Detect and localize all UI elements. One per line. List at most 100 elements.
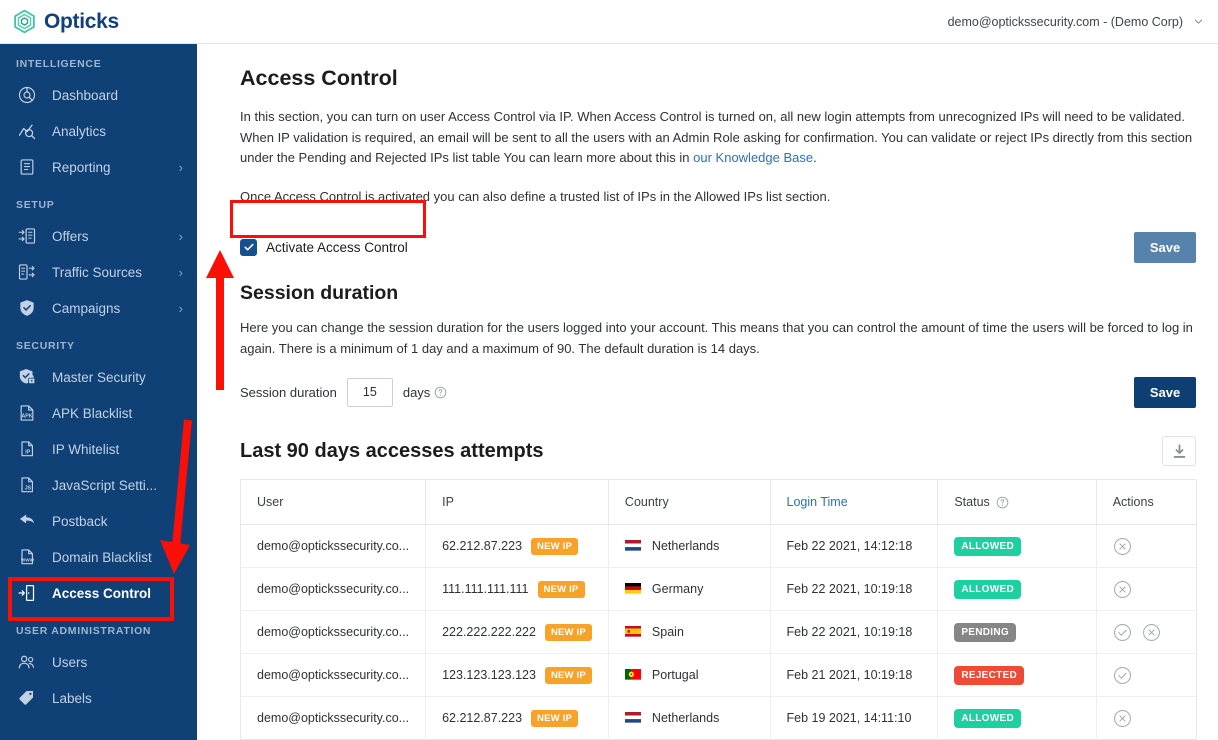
- check-icon: [243, 243, 254, 251]
- table-column-label: IP: [442, 495, 454, 509]
- circle-check-icon[interactable]: [1113, 623, 1132, 642]
- cell-status: PENDING: [937, 610, 1097, 654]
- cell-actions: [1096, 697, 1196, 740]
- activate-access-control-label: Activate Access Control: [266, 239, 408, 255]
- ip-address: 222.222.222.222: [442, 625, 536, 639]
- table-column-header-login-time[interactable]: Login Time: [770, 479, 939, 525]
- svg-text:JS: JS: [25, 486, 32, 492]
- sidebar-section-title: SECURITY: [16, 340, 75, 352]
- sidebar-item-users[interactable]: Users: [0, 644, 197, 680]
- brand-name: Opticks: [44, 9, 119, 33]
- sidebar-item-apk-blacklist[interactable]: APK APK Blacklist: [0, 395, 197, 431]
- table-header-cells-row: User IP Country Login Time Status Actions: [240, 479, 1197, 525]
- activate-access-control-checkbox[interactable]: Activate Access Control: [240, 238, 408, 256]
- sidebar-item-label: APK Blacklist: [52, 405, 133, 421]
- user-account-menu[interactable]: demo@optickssecurity.com - (Demo Corp): [948, 15, 1218, 29]
- cell-status: ALLOWED: [937, 524, 1097, 568]
- sidebar-item-access-control[interactable]: Access Control: [0, 575, 197, 611]
- sidebar-item-javascript-setti[interactable]: JS JavaScript Setti...: [0, 467, 197, 503]
- sidebar-item-label: Offers: [52, 228, 89, 244]
- dashboard-icon: [16, 84, 38, 106]
- sidebar-item-offers[interactable]: Offers ›: [0, 218, 197, 254]
- country-name: Netherlands: [651, 711, 720, 725]
- table-header-row: Last 90 days accesses attempts: [240, 436, 1196, 466]
- session-duration-unit: days: [403, 385, 447, 400]
- flag-pt-icon: [624, 669, 641, 681]
- save-session-duration-button[interactable]: Save: [1134, 376, 1196, 408]
- cell-country: Spain: [608, 610, 771, 654]
- sidebar-item-label: Domain Blacklist: [52, 549, 152, 565]
- status-badge: ALLOWED: [954, 536, 1021, 556]
- circle-x-icon[interactable]: [1113, 580, 1132, 599]
- new-ip-badge: NEW IP: [531, 709, 579, 727]
- user-account-label: demo@optickssecurity.com - (Demo Corp): [947, 14, 1183, 29]
- table-column-header-country[interactable]: Country: [608, 479, 771, 525]
- sidebar-item-campaigns[interactable]: Campaigns ›: [0, 290, 197, 326]
- svg-text:APK: APK: [21, 414, 32, 420]
- sidebar-item-master-security[interactable]: Master Security: [0, 359, 197, 395]
- cell-country: Netherlands: [608, 524, 771, 568]
- sidebar-item-postback[interactable]: Postback: [0, 503, 197, 539]
- chevron-right-icon: ›: [178, 228, 183, 244]
- cell-country: Germany: [608, 567, 771, 611]
- circle-check-icon[interactable]: [1113, 666, 1132, 685]
- activate-access-control-row: Activate Access Control Save: [240, 228, 1196, 266]
- country-name: Spain: [651, 625, 684, 639]
- sidebar-item-dashboard[interactable]: Dashboard: [0, 77, 197, 113]
- table-row: demo@optickssecurity.co... 111.111.111.11…: [240, 567, 1197, 611]
- opticks-hexagon-logo-icon: [12, 9, 37, 34]
- cell-country: Netherlands: [608, 696, 771, 740]
- flag-nl-icon: [624, 540, 641, 552]
- table-row: demo@optickssecurity.co... 123.123.123.12…: [240, 653, 1197, 697]
- cell-status: REJECTED: [937, 653, 1097, 697]
- intro-text-part2: .: [813, 150, 817, 165]
- checkbox-box[interactable]: [240, 238, 257, 256]
- intro-paragraph-2: Once Access Control is activated you can…: [240, 188, 831, 204]
- chevron-right-icon: ›: [178, 159, 183, 175]
- circle-x-icon[interactable]: [1113, 537, 1132, 556]
- session-duration-input[interactable]: [346, 377, 393, 407]
- traffic-sources-icon: [16, 261, 38, 283]
- sidebar-item-domain-blacklist[interactable]: WWW Domain Blacklist: [0, 539, 197, 575]
- ip-address: 123.123.123.123: [442, 668, 536, 682]
- table-column-header-ip[interactable]: IP: [425, 479, 609, 525]
- country-name: Netherlands: [651, 539, 720, 553]
- save-access-control-button[interactable]: Save: [1134, 231, 1196, 263]
- sidebar-item-reporting[interactable]: Reporting ›: [0, 149, 197, 185]
- knowledge-base-link[interactable]: our Knowledge Base: [693, 150, 813, 165]
- session-duration-field-group: Session duration days: [240, 377, 447, 407]
- sidebar-item-ip-whitelist[interactable]: IP IP Whitelist: [0, 431, 197, 467]
- sidebar-item-labels[interactable]: Labels: [0, 680, 197, 716]
- cell-ip: 222.222.222.222 NEW IP: [425, 610, 609, 654]
- circle-x-icon[interactable]: [1113, 709, 1132, 728]
- status-badge: ALLOWED: [954, 708, 1021, 728]
- sidebar-item-traffic-sources[interactable]: Traffic Sources ›: [0, 254, 197, 290]
- brand-logo[interactable]: Opticks: [0, 9, 119, 34]
- access-attempts-title: Last 90 days accesses attempts: [240, 439, 544, 462]
- cell-user: demo@optickssecurity.co...: [240, 524, 427, 568]
- table-column-header-status[interactable]: Status: [937, 479, 1097, 525]
- table-row: demo@optickssecurity.co... 62.212.87.223 N…: [240, 524, 1197, 568]
- cell-status: ALLOWED: [937, 567, 1097, 611]
- download-button[interactable]: [1162, 436, 1196, 466]
- question-circle-icon[interactable]: [434, 386, 447, 399]
- cell-login-time: Feb 22 2021, 10:19:18: [770, 567, 939, 611]
- circle-x-icon[interactable]: [1142, 623, 1161, 642]
- sidebar-item-analytics[interactable]: Analytics: [0, 113, 197, 149]
- country-name: Portugal: [651, 668, 699, 682]
- sidebar-item-label: Dashboard: [52, 87, 119, 103]
- sidebar-item-label: IP Whitelist: [52, 441, 120, 457]
- country-name: Germany: [651, 582, 704, 596]
- cell-ip: 123.123.123.123 NEW IP: [425, 653, 609, 697]
- status-badge: REJECTED: [954, 665, 1025, 685]
- main-content: Access Control In this section, you can …: [197, 44, 1218, 740]
- table-column-label: Actions: [1112, 495, 1154, 509]
- table-column-header-user[interactable]: User: [240, 479, 427, 525]
- offers-icon: [16, 225, 38, 247]
- table-row: demo@optickssecurity.co... 62.212.87.223 N…: [240, 696, 1197, 740]
- table-column-header-actions[interactable]: Actions: [1096, 479, 1197, 525]
- question-circle-icon[interactable]: [996, 496, 1009, 509]
- cell-login-time: Feb 21 2021, 10:19:18: [770, 653, 939, 697]
- chevron-down-icon: [1193, 16, 1204, 27]
- session-duration-field-label: Session duration: [240, 384, 337, 400]
